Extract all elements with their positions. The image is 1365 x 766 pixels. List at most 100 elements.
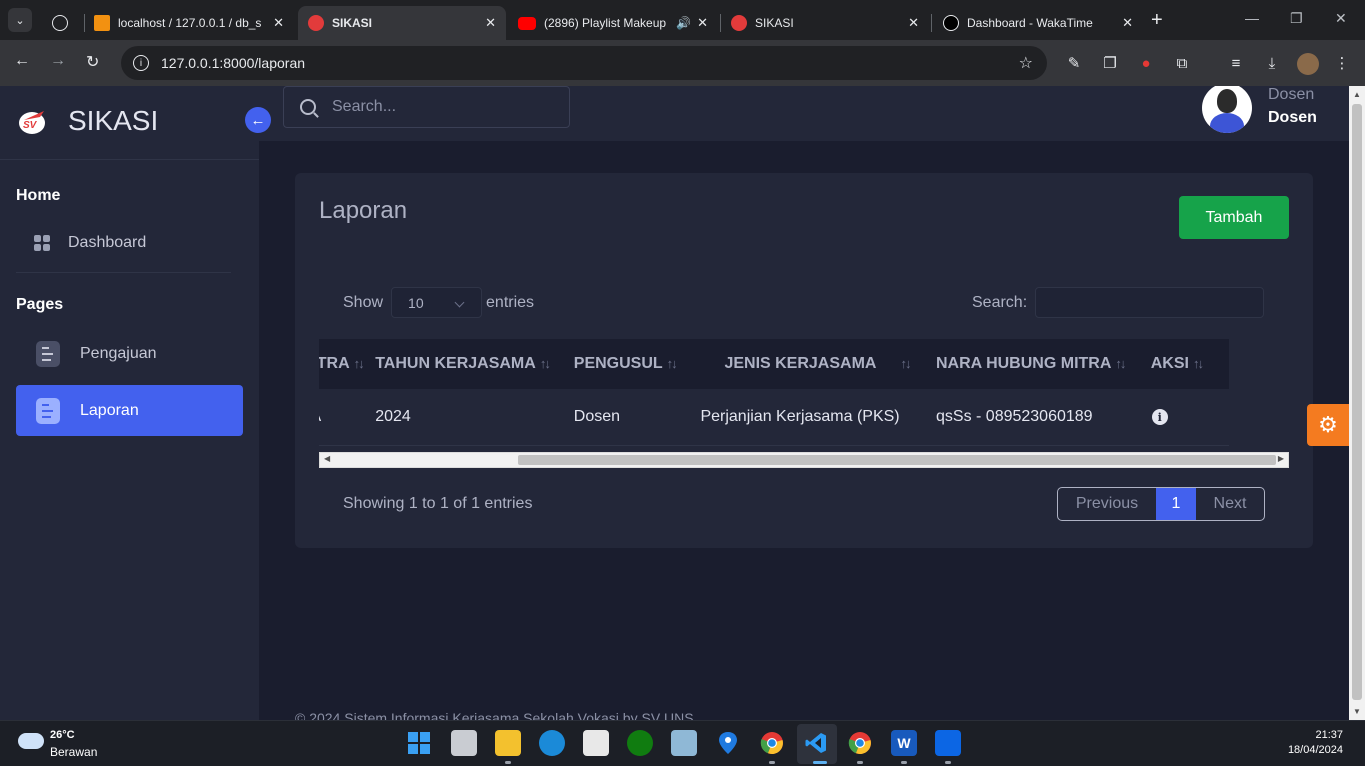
scroll-down-arrow-icon[interactable]: ▼ [1353,707,1361,716]
tab-sikasi-active[interactable]: SIKASI ✕ [298,6,506,40]
restore-icon[interactable]: ❐ [1290,10,1303,27]
vscode-icon[interactable] [803,730,829,756]
table-search-label: Search: [972,293,1028,311]
scrollbar-thumb[interactable] [518,455,1276,465]
cloud-icon[interactable] [18,733,44,749]
column-header-mitra[interactable]: MITRA↑↓ [319,339,376,389]
tab-youtube[interactable]: (2896) Playlist Makeup 🔊 ✕ [508,6,718,40]
scrollbar-thumb[interactable] [1352,104,1362,700]
close-tab-icon[interactable]: ✕ [485,15,496,31]
column-header-nara[interactable]: NARA HUBUNG MITRA ↑↓ [936,339,1151,389]
system-clock[interactable]: 21:37 18/04/2024 [1288,729,1343,759]
sort-icon: ↑↓ [539,356,551,371]
chrome-profile-icon[interactable] [847,730,873,756]
scroll-left-arrow-icon[interactable]: ◀ [324,454,330,463]
tab-search-button[interactable]: ⌄ [8,8,32,32]
column-header-tahun[interactable]: TAHUN KERJASAMA ↑↓ [375,339,574,389]
previous-page-button[interactable]: Previous [1058,488,1156,520]
reload-icon[interactable]: ↻ [86,52,99,72]
sidebar-item-dashboard[interactable]: Dashboard [16,217,243,268]
cell-jenis: Perjanjian Kerjasama (PKS) [700,389,936,446]
global-search[interactable] [283,86,570,128]
search-input[interactable] [332,98,552,116]
word-icon[interactable]: W [891,730,917,756]
clock-date: 18/04/2024 [1287,744,1343,756]
user-name[interactable]: Dosen [1268,109,1317,127]
tab-sikasi[interactable]: SIKASI ✕ [721,6,929,40]
add-button[interactable]: Tambah [1179,196,1289,239]
page-vertical-scrollbar[interactable]: ▲ ▼ [1349,86,1365,720]
extensions-puzzle-icon[interactable]: ⧉ [1172,53,1192,73]
sidebar-item-pengajuan[interactable]: Pengajuan [16,328,243,379]
cell-pengusul: Dosen [573,389,701,446]
copy-extension-icon[interactable]: ❐ [1100,53,1120,73]
detail-info-icon[interactable]: i [1151,409,1168,426]
sort-icon: ↑↓ [900,356,911,371]
sort-icon: ↑↓ [1115,356,1126,371]
table-search-input[interactable] [1035,287,1265,318]
column-header-aksi[interactable]: AKSI ↑↓ [1150,339,1229,389]
pagination: Previous 1 Next [1057,487,1265,521]
chrome-icon[interactable] [759,730,785,756]
close-window-icon[interactable]: ✕ [1335,10,1347,27]
close-tab-icon[interactable]: ✕ [908,15,919,31]
microsoft-store-icon[interactable] [583,730,609,756]
brand: SV SIKASI [0,86,259,160]
close-tab-icon[interactable]: ✕ [697,15,708,31]
speaker-icon[interactable]: 🔊 [676,16,691,30]
tab-chatgpt[interactable] [42,6,82,40]
back-icon[interactable]: ← [14,52,30,70]
profile-avatar-icon[interactable] [1297,53,1319,75]
windows-start-icon[interactable] [406,730,432,756]
media-queue-icon[interactable]: ≡ [1226,53,1246,73]
file-explorer-icon[interactable] [495,730,521,756]
table-horizontal-scrollbar[interactable]: ◀ ▶ [319,452,1289,468]
scroll-up-arrow-icon[interactable]: ▲ [1353,90,1361,99]
sort-icon: ↑↓ [666,356,678,371]
tab-title: localhost / 127.0.0.1 / db_s [118,16,262,30]
edge-icon[interactable] [539,730,565,756]
eyedropper-extension-icon[interactable]: ✎ [1064,53,1084,73]
column-header-pengusul[interactable]: PENGUSUL ↑↓ [573,339,701,389]
page-title: Laporan [319,197,408,224]
sidebar-heading-home: Home [16,187,61,204]
new-tab-button[interactable]: + [1151,10,1163,30]
settings-gear-icon[interactable]: ⚙ [1307,404,1349,446]
document-icon [36,397,60,424]
forward-icon[interactable]: → [50,52,66,70]
trello-icon[interactable] [935,730,961,756]
weather-temperature[interactable]: 26°C [50,729,75,741]
chrome-menu-icon[interactable]: ⋮ [1332,53,1352,73]
sidebar-item-label: Dashboard [68,233,147,251]
user-avatar[interactable] [1202,86,1252,133]
dashboard-grid-icon [34,234,50,251]
scroll-right-arrow-icon[interactable]: ▶ [1278,454,1284,463]
table-search: Search: [972,287,1265,318]
laporan-table: MITRA↑↓ TAHUN KERJASAMA↑↓ PENGUSUL↑↓ JEN… [319,339,1229,446]
tab-title: (2896) Playlist Makeup [544,16,667,30]
task-view-icon[interactable] [451,730,477,756]
adblock-extension-icon[interactable]: ● [1136,53,1156,73]
sidebar-item-laporan[interactable]: Laporan [16,385,243,436]
close-tab-icon[interactable]: ✕ [273,15,284,31]
page-length-select[interactable]: 10 [391,287,483,318]
youtube-icon [518,16,536,30]
sidebar-collapse-arrow-icon[interactable]: ← [245,107,271,133]
weather-condition[interactable]: Berawan [50,745,97,759]
xbox-icon[interactable] [627,730,653,756]
cell-tahun: 2024 [375,389,574,446]
address-bar[interactable]: i 127.0.0.1:8000/laporan ☆ [121,46,1047,80]
column-header-jenis[interactable]: JENIS KERJASAMA ↑↓ [700,339,936,389]
maps-pin-icon[interactable] [715,730,741,756]
minimize-icon[interactable]: — [1245,10,1259,26]
download-icon[interactable]: ⤓ [1262,53,1282,73]
page-1-button[interactable]: 1 [1156,488,1196,520]
tab-phpmyadmin[interactable]: localhost / 127.0.0.1 / db_s ✕ [84,6,294,40]
site-info-icon[interactable]: i [133,55,149,71]
bookmark-star-icon[interactable]: ☆ [1019,53,1033,73]
app-icon[interactable] [671,730,697,756]
tab-wakatime[interactable]: Dashboard - WakaTime ✕ [933,6,1143,40]
close-tab-icon[interactable]: ✕ [1122,15,1133,31]
logo-text: SV [23,120,38,131]
next-page-button[interactable]: Next [1196,488,1264,520]
